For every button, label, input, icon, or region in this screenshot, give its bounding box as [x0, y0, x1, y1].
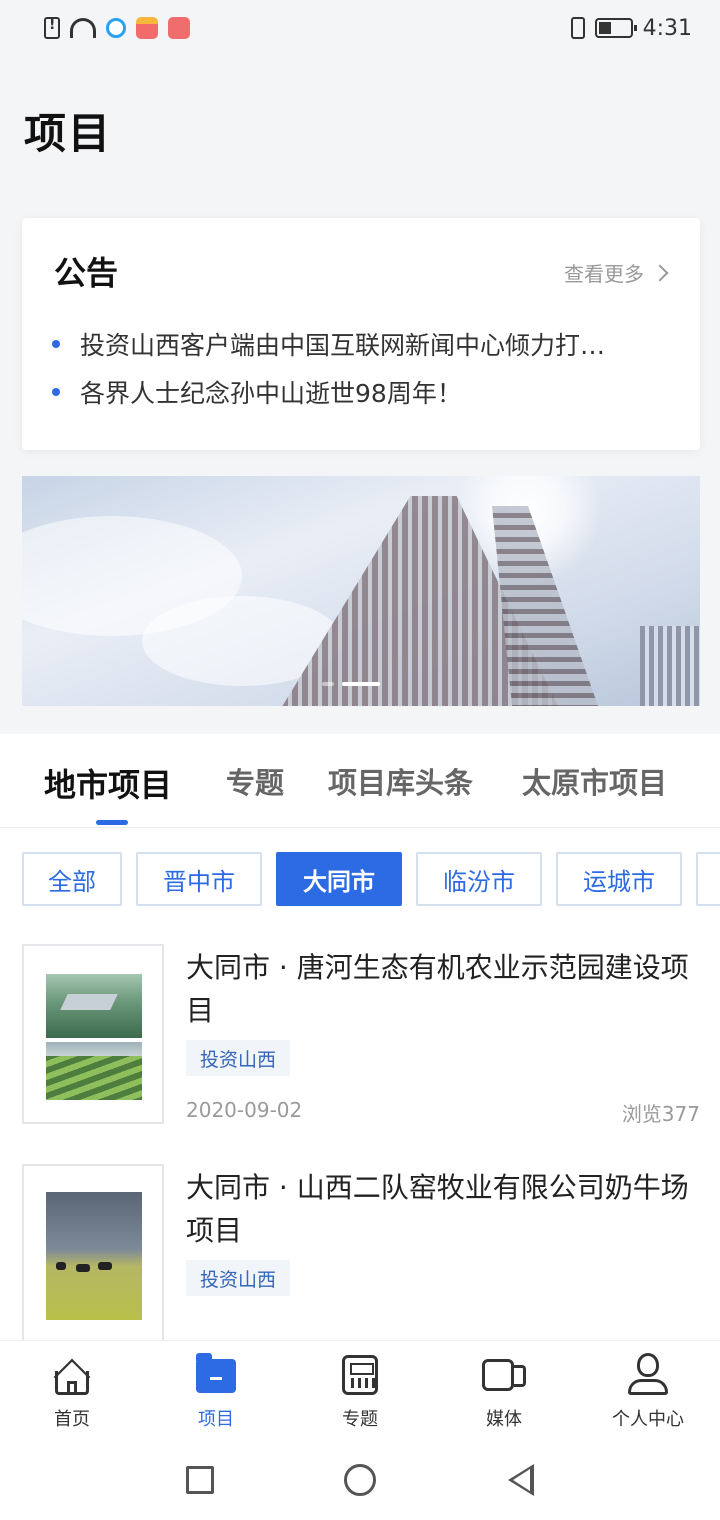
notice-item-text: 投资山西客户端由中国互联网新闻中心倾力打… [80, 331, 606, 360]
city-filter-bar: 全部 晋中市 大同市 临汾市 运城市 [22, 852, 720, 906]
cow-shape [98, 1262, 112, 1270]
project-image [46, 974, 142, 1038]
user-icon-body [628, 1379, 668, 1395]
notice-item[interactable]: 各界人士纪念孙中山逝世98周年！ [52, 368, 672, 416]
nav-label: 个人中心 [612, 1409, 684, 1430]
status-bar: 4:31 [0, 0, 720, 56]
filter-chip-all[interactable]: 全部 [22, 852, 122, 906]
banner-carousel[interactable] [22, 476, 700, 706]
chevron-right-icon [651, 264, 669, 281]
project-thumbnail [22, 944, 164, 1124]
notice-title: 公告 [54, 254, 119, 292]
cow-shape [56, 1262, 66, 1270]
user-icon [626, 1353, 670, 1397]
alert-icon [44, 17, 60, 39]
back-button[interactable] [508, 1464, 534, 1496]
nav-item-profile[interactable]: 个人中心 [576, 1341, 720, 1440]
nav-item-media[interactable]: 媒体 [432, 1341, 576, 1440]
nav-label: 首页 [54, 1409, 90, 1430]
recents-button[interactable] [186, 1466, 214, 1494]
project-image [46, 1042, 142, 1100]
notice-item[interactable]: 投资山西客户端由中国互联网新闻中心倾力打… [52, 320, 672, 368]
video-icon-body [482, 1359, 514, 1391]
project-content: 地市项目 专题 项目库头条 太原市项目 全部 晋中市 大同市 临汾市 运城市 大… [0, 734, 720, 1344]
home-button[interactable] [344, 1464, 376, 1496]
bullet-icon [52, 388, 60, 396]
project-date: 2020-09-02 [186, 1098, 303, 1122]
calculator-icon-shape [342, 1355, 378, 1395]
battery-icon [594, 18, 637, 38]
calculator-icon [338, 1353, 382, 1397]
nav-label: 媒体 [486, 1409, 522, 1430]
notice-more-label: 查看更多 [564, 262, 644, 286]
app-notification-icon [136, 17, 158, 39]
app-notification-icon [168, 17, 190, 39]
project-image [46, 1192, 142, 1320]
notice-more-link[interactable]: 查看更多 [564, 258, 669, 287]
banner-dot-active [342, 682, 380, 686]
project-views: 浏览377 [621, 1102, 700, 1126]
system-nav-bar [0, 1440, 720, 1520]
nav-item-home[interactable]: 首页 [0, 1341, 144, 1440]
filter-chip-more[interactable] [696, 852, 720, 906]
cow-shape [76, 1264, 90, 1272]
project-list-item[interactable]: 大同市 · 山西二队窑牧业有限公司奶牛场项目 投资山西 [22, 1164, 700, 1344]
folder-icon-shape [196, 1353, 236, 1393]
tab-bar: 地市项目 专题 项目库头条 太原市项目 [0, 734, 720, 828]
filter-chip-linfen[interactable]: 临汾市 [416, 852, 542, 906]
video-icon-lens [514, 1365, 526, 1387]
banner-dot [322, 682, 334, 686]
status-time: 4:31 [642, 15, 692, 41]
status-icons-right: 4:31 [570, 15, 692, 41]
nav-item-projects[interactable]: 项目 [144, 1341, 288, 1440]
home-icon [50, 1353, 94, 1397]
filter-chip-jinzhong[interactable]: 晋中市 [136, 852, 262, 906]
bottom-nav: 首页 项目 专题 媒体 个人中心 [0, 1340, 720, 1440]
tab-topics[interactable]: 专题 [226, 760, 284, 802]
filter-chip-datong[interactable]: 大同市 [276, 852, 402, 906]
tab-headlines[interactable]: 项目库头条 [328, 760, 473, 802]
nav-item-topics[interactable]: 专题 [288, 1341, 432, 1440]
project-title: 大同市 · 山西二队窑牧业有限公司奶牛场项目 [186, 1171, 689, 1247]
user-icon-head [637, 1353, 659, 1377]
notice-list: 投资山西客户端由中国互联网新闻中心倾力打… 各界人士纪念孙中山逝世98周年！ [52, 320, 672, 416]
project-tag: 投资山西 [186, 1260, 291, 1296]
folder-icon [194, 1353, 238, 1397]
notice-item-text: 各界人士纪念孙中山逝世98周年！ [80, 379, 462, 408]
project-tag: 投资山西 [186, 1040, 291, 1076]
page-title: 项目 [24, 109, 113, 158]
wifi-icon [70, 18, 96, 38]
nav-label: 专题 [342, 1409, 378, 1430]
video-icon [482, 1353, 526, 1397]
notice-card: 公告 查看更多 投资山西客户端由中国互联网新闻中心倾力打… 各界人士纪念孙中山逝… [22, 218, 700, 450]
project-list-item[interactable]: 大同市 · 唐河生态有机农业示范园建设项目 投资山西 2020-09-02 浏览… [22, 944, 700, 1126]
banner-building [640, 626, 700, 706]
project-thumbnail [22, 1164, 164, 1344]
nav-label: 项目 [198, 1409, 234, 1430]
status-icons-left [44, 17, 190, 39]
app-notification-icon [106, 18, 126, 38]
tab-taiyuan-projects[interactable]: 太原市项目 [522, 760, 667, 802]
project-title: 大同市 · 唐河生态有机农业示范园建设项目 [186, 951, 689, 1027]
banner-indicator [322, 682, 380, 686]
tab-city-projects[interactable]: 地市项目 [44, 760, 172, 806]
tab-indicator [96, 820, 128, 825]
vibrate-icon [570, 17, 585, 39]
home-icon-door [67, 1381, 77, 1395]
bullet-icon [52, 340, 60, 348]
filter-chip-yuncheng[interactable]: 运城市 [556, 852, 682, 906]
